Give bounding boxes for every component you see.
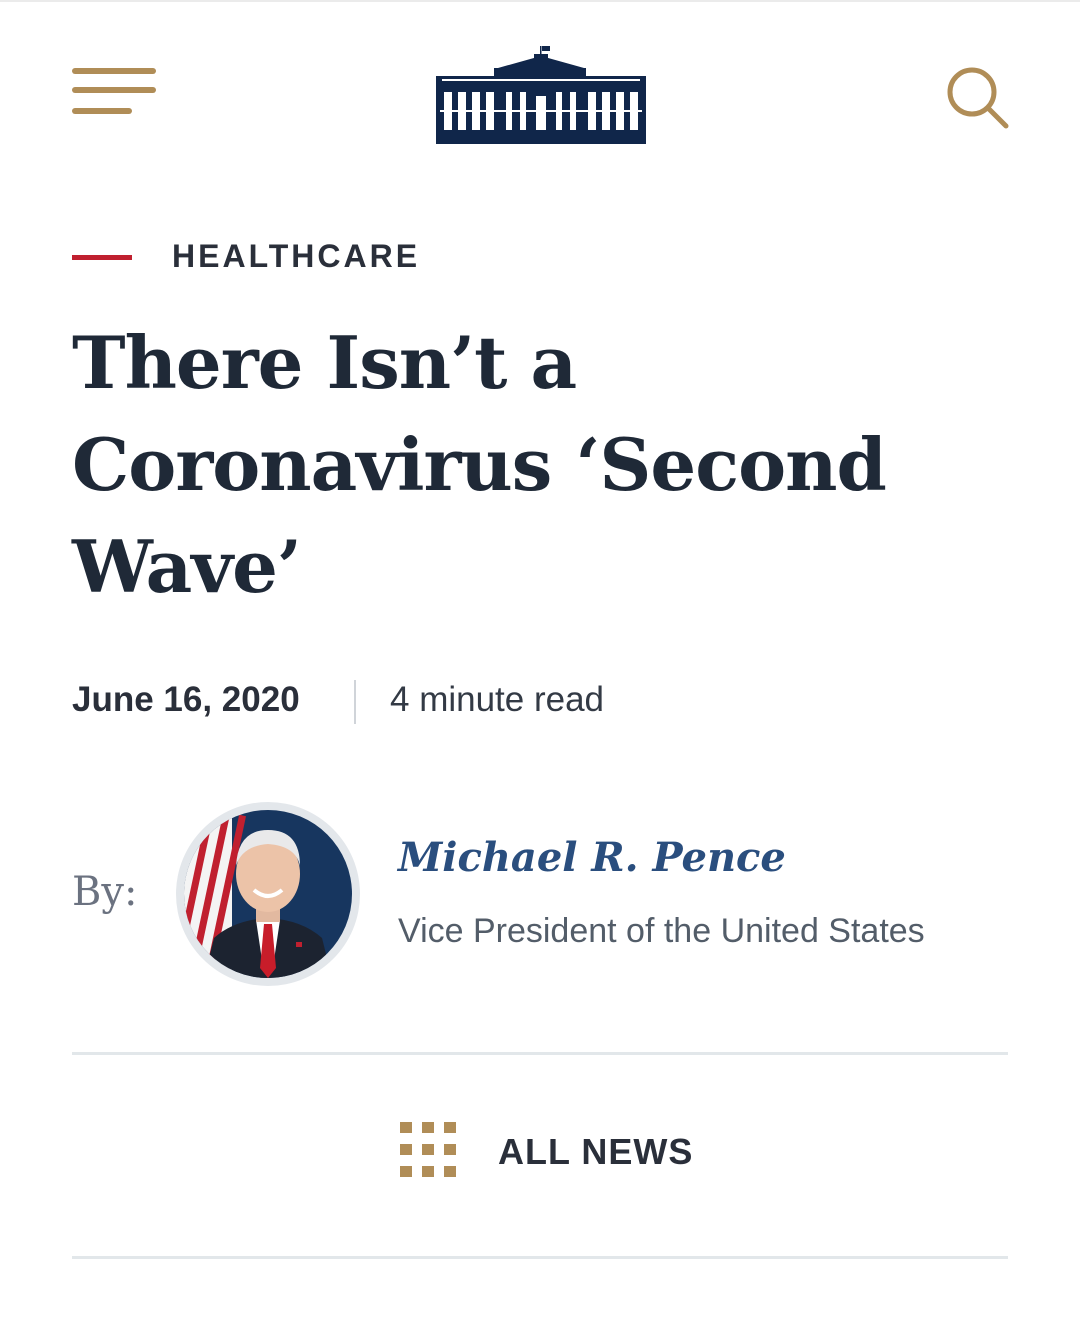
- author-name-link[interactable]: Michael R. Pence: [398, 830, 786, 886]
- read-time: 4 minute read: [390, 680, 605, 719]
- section-divider: [72, 1256, 1008, 1259]
- menu-line: [72, 68, 156, 74]
- category-label[interactable]: HEALTHCARE: [172, 236, 420, 276]
- section-divider: [72, 1052, 1008, 1055]
- hamburger-menu-icon[interactable]: [70, 66, 158, 120]
- all-news-button[interactable]: ALL NEWS: [398, 1118, 698, 1182]
- author-title: Vice President of the United States: [398, 912, 925, 950]
- menu-line: [72, 108, 132, 114]
- category-accent-line: [72, 255, 132, 260]
- author-avatar[interactable]: [176, 802, 360, 986]
- top-rule: [0, 0, 1080, 2]
- all-news-label: ALL NEWS: [498, 1131, 694, 1172]
- menu-line: [72, 87, 156, 93]
- grid-icon: [400, 1122, 456, 1178]
- article-headline: There Isn’t a Coronavirus ‘Second Wave’: [72, 320, 887, 609]
- white-house-logo[interactable]: [436, 44, 646, 146]
- search-icon[interactable]: [944, 64, 1010, 130]
- byline-label: By:: [72, 869, 138, 915]
- meta-divider: [354, 680, 356, 724]
- article-date: June 16, 2020: [72, 680, 300, 719]
